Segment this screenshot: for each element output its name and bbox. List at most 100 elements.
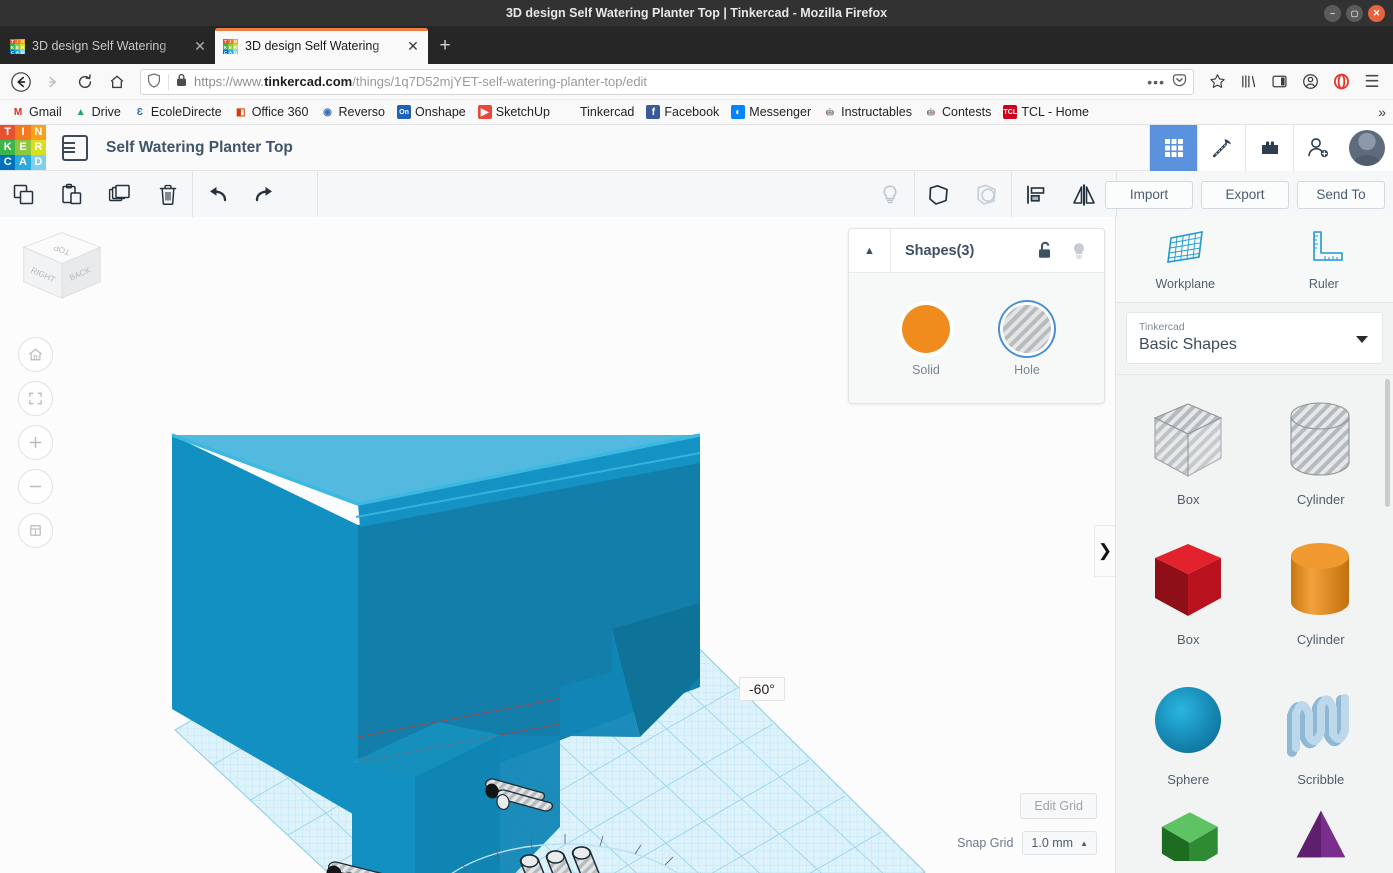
ortho-perspective-button[interactable] bbox=[18, 513, 53, 548]
design-list-icon[interactable] bbox=[62, 135, 88, 161]
bookmark-star-icon[interactable] bbox=[1202, 68, 1232, 96]
main-area: -60° TOP RIGHT BACK bbox=[0, 217, 1393, 873]
lightbulb-icon[interactable] bbox=[866, 171, 914, 219]
send-to-button[interactable]: Send To bbox=[1297, 181, 1385, 209]
tab-title: 3D design Self Watering bbox=[245, 39, 399, 53]
brick-icon[interactable] bbox=[1245, 125, 1293, 171]
minimize-button[interactable]: – bbox=[1324, 5, 1341, 22]
shape-item-cylinder-hole[interactable]: Cylinder bbox=[1255, 381, 1388, 521]
browser-menu-icon[interactable]: ☰ bbox=[1357, 68, 1387, 96]
bookmark-item[interactable]: OnOnshape bbox=[392, 103, 471, 121]
maximize-button[interactable]: ▢ bbox=[1346, 5, 1363, 22]
edit-grid-button[interactable]: Edit Grid bbox=[1020, 793, 1097, 819]
bookmark-item[interactable]: ◉Reverso bbox=[315, 103, 390, 121]
bookmarks-overflow-icon[interactable]: » bbox=[1378, 104, 1386, 120]
forward-button[interactable] bbox=[38, 68, 68, 96]
bookmark-label: Onshape bbox=[415, 105, 466, 119]
solid-option[interactable]: Solid bbox=[902, 305, 950, 377]
bookmark-item[interactable]: ◧Office 360 bbox=[229, 103, 314, 121]
new-tab-button[interactable]: + bbox=[428, 28, 462, 64]
tinkercad-logo[interactable]: TINKERCAD bbox=[0, 125, 46, 171]
workplane-tool[interactable]: Workplane bbox=[1116, 217, 1255, 302]
unlocked-padlock-icon[interactable] bbox=[1028, 241, 1062, 260]
fit-to-view-button[interactable] bbox=[18, 381, 53, 416]
import-button[interactable]: Import bbox=[1105, 181, 1193, 209]
shape-library-selector[interactable]: Tinkercad Basic Shapes bbox=[1126, 312, 1383, 364]
browser-tab-2-active[interactable]: TINKERCAD 3D design Self Watering ✕ bbox=[215, 28, 428, 64]
trash-icon[interactable] bbox=[144, 171, 192, 219]
window-controls: – ▢ ✕ bbox=[1324, 0, 1385, 26]
lock-icon[interactable] bbox=[176, 73, 187, 90]
shape-item-scribble[interactable]: Scribble bbox=[1255, 661, 1388, 801]
url-bar[interactable]: https://www.tinkercad.com/things/1q7D52m… bbox=[140, 69, 1194, 95]
view-cube[interactable]: TOP RIGHT BACK bbox=[16, 229, 108, 316]
hole-option[interactable]: Hole bbox=[1003, 305, 1051, 377]
scrollbar-thumb[interactable] bbox=[1385, 379, 1390, 507]
mirror-icon[interactable] bbox=[1060, 171, 1108, 219]
browser-tabstrip: TINKERCAD 3D design Self Watering ✕ TINK… bbox=[0, 26, 1393, 64]
reload-button[interactable] bbox=[70, 68, 100, 96]
library-icon[interactable] bbox=[1233, 68, 1263, 96]
snap-grid-value: 1.0 mm bbox=[1031, 836, 1073, 850]
shape-item-sphere[interactable]: Sphere bbox=[1122, 661, 1255, 801]
duplicate-icon[interactable] bbox=[96, 171, 144, 219]
close-icon[interactable]: ✕ bbox=[193, 38, 207, 55]
home-view-button[interactable] bbox=[18, 337, 53, 372]
redo-icon[interactable] bbox=[241, 171, 289, 219]
bookmark-item[interactable]: ◐Messenger bbox=[726, 103, 816, 121]
shape-item-cylinder-solid[interactable]: Cylinder bbox=[1255, 521, 1388, 661]
ungroup-icon[interactable] bbox=[963, 171, 1011, 219]
codeblocks-hammer-icon[interactable] bbox=[1197, 125, 1245, 171]
ruler-tool[interactable]: Ruler bbox=[1255, 217, 1393, 302]
page-actions-icon[interactable]: ••• bbox=[1147, 74, 1165, 90]
account-icon[interactable] bbox=[1295, 68, 1325, 96]
bookmarks-bar: MGmail▲DriveƐEcoleDirecte◧Office 360◉Rev… bbox=[0, 100, 1393, 125]
sidebar-icon[interactable] bbox=[1264, 68, 1294, 96]
align-icon[interactable] bbox=[1012, 171, 1060, 219]
export-button[interactable]: Export bbox=[1201, 181, 1289, 209]
window-titlebar: 3D design Self Watering Planter Top | Ti… bbox=[0, 0, 1393, 26]
design-name[interactable]: Self Watering Planter Top bbox=[106, 139, 293, 157]
bookmark-label: Tinkercad bbox=[580, 105, 634, 119]
sphere-icon bbox=[1145, 676, 1231, 768]
shape-item-green-box[interactable] bbox=[1122, 801, 1255, 861]
bookmark-item[interactable]: TCLTCL - Home bbox=[998, 103, 1094, 121]
home-button[interactable] bbox=[102, 68, 132, 96]
bookmark-item[interactable]: 🤖Contests bbox=[919, 103, 996, 121]
pocket-icon[interactable] bbox=[1172, 73, 1187, 91]
browser-tab-1[interactable]: TINKERCAD 3D design Self Watering ✕ bbox=[2, 28, 215, 64]
blocks-grid-icon[interactable] bbox=[1149, 125, 1197, 171]
shape-item-cone[interactable] bbox=[1255, 801, 1388, 861]
bookmark-item[interactable]: ▶SketchUp bbox=[473, 103, 555, 121]
bookmark-item[interactable]: fFacebook bbox=[641, 103, 724, 121]
paste-icon[interactable] bbox=[48, 171, 96, 219]
toolbar-divider bbox=[317, 171, 318, 219]
copy-icon[interactable] bbox=[0, 171, 48, 219]
lightbulb-icon[interactable] bbox=[1062, 241, 1096, 261]
invite-person-icon[interactable] bbox=[1293, 125, 1341, 171]
zoom-in-button[interactable] bbox=[18, 425, 53, 460]
shape-item-box-solid[interactable]: Box bbox=[1122, 521, 1255, 661]
close-icon[interactable]: ✕ bbox=[406, 38, 420, 55]
zoom-out-button[interactable] bbox=[18, 469, 53, 504]
shape-library-grid[interactable]: Box Cylinder Box bbox=[1116, 374, 1393, 873]
sidebar-toggle-button[interactable]: ❯ bbox=[1094, 525, 1115, 577]
collapse-panel-button[interactable]: ▲ bbox=[849, 229, 891, 272]
3d-viewport[interactable]: -60° TOP RIGHT BACK bbox=[0, 217, 1115, 873]
bookmark-item[interactable]: 🤖Instructables bbox=[818, 103, 917, 121]
group-icon[interactable] bbox=[915, 171, 963, 219]
undo-icon[interactable] bbox=[193, 171, 241, 219]
shape-item-box-hole[interactable]: Box bbox=[1122, 381, 1255, 521]
bookmark-item[interactable]: MGmail bbox=[6, 103, 67, 121]
user-avatar-button[interactable] bbox=[1341, 125, 1393, 171]
close-button[interactable]: ✕ bbox=[1368, 5, 1385, 22]
bookmark-item[interactable]: ƐEcoleDirecte bbox=[128, 103, 227, 121]
bookmark-item[interactable]: ▲Drive bbox=[69, 103, 126, 121]
snap-grid-select[interactable]: 1.0 mm ▲ bbox=[1022, 831, 1097, 855]
shape-type-options: Solid Hole bbox=[849, 273, 1104, 403]
bookmark-item[interactable]: Tinkercad bbox=[557, 103, 639, 121]
back-button[interactable] bbox=[6, 68, 36, 96]
navbar-right-icons: ☰ bbox=[1202, 68, 1387, 96]
opera-icon[interactable] bbox=[1326, 68, 1356, 96]
tracking-shield-icon[interactable] bbox=[147, 73, 161, 91]
